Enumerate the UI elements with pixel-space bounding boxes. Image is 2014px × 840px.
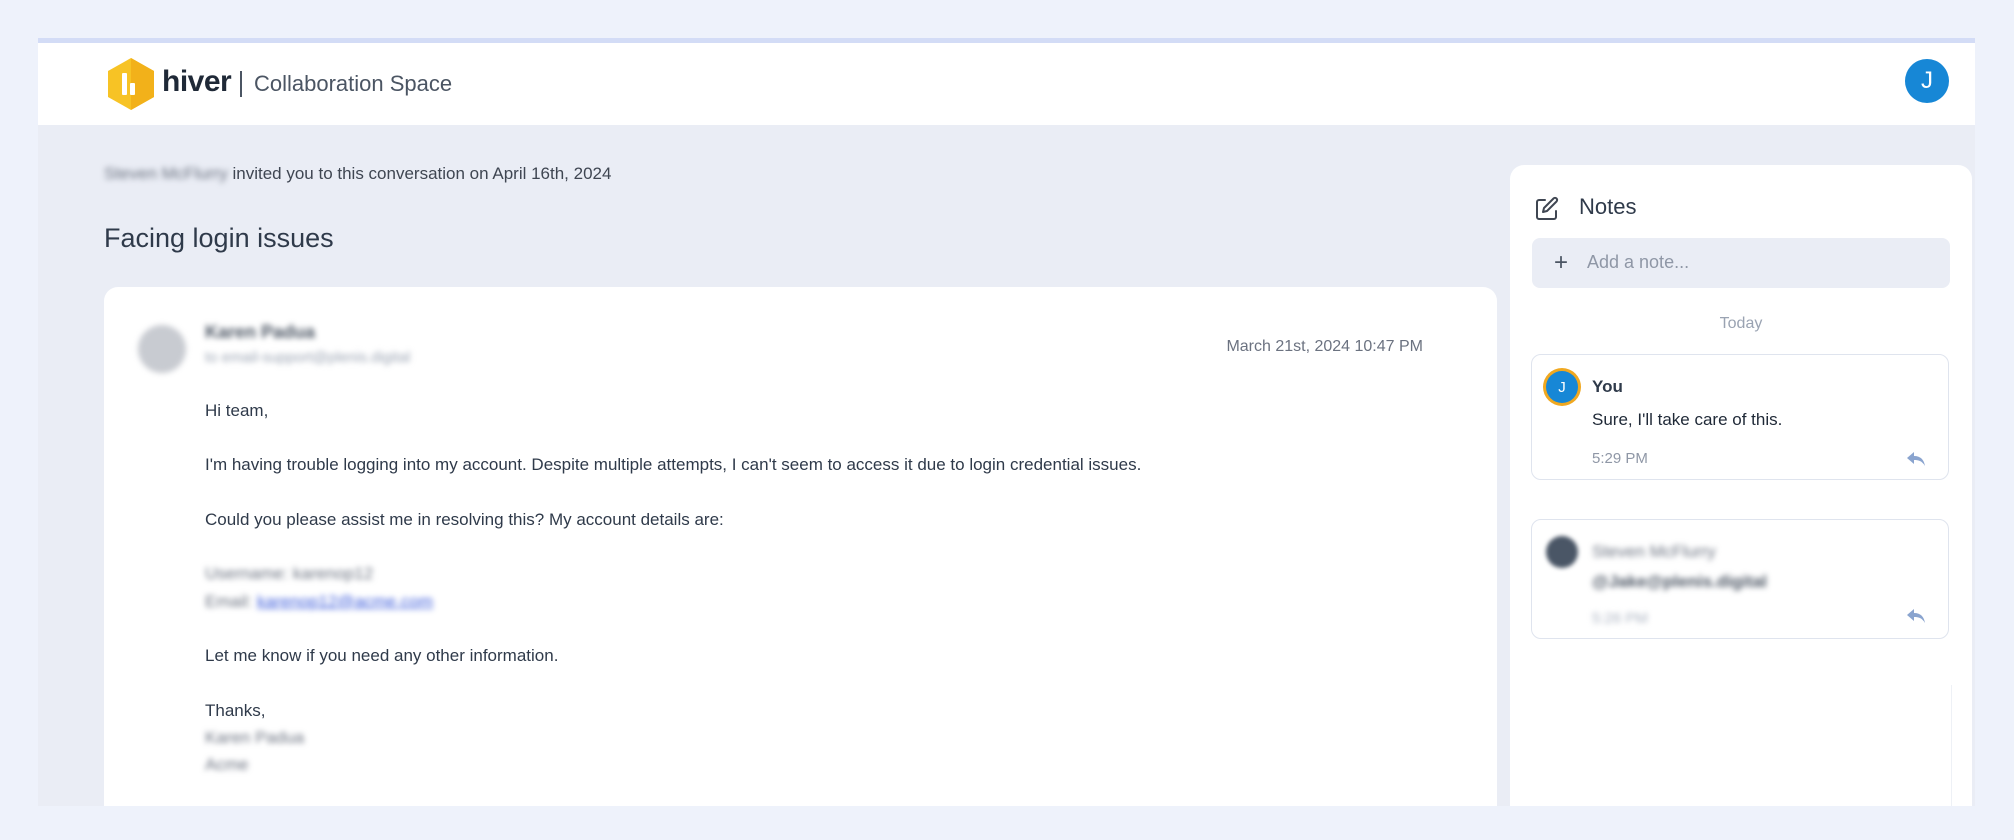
inviter-name: Steven McFlurry bbox=[104, 164, 228, 183]
email-link[interactable]: karenop12@acme.com bbox=[257, 592, 433, 611]
sender-recipient: to email-support@plenis.digital bbox=[205, 349, 411, 366]
signature-name: Karen Padua bbox=[205, 728, 305, 747]
conversation-subject: Facing login issues bbox=[104, 223, 334, 253]
note-time: 5:26 PM bbox=[1592, 610, 1648, 627]
note-time: 5:29 PM bbox=[1592, 450, 1648, 467]
note-author-avatar bbox=[1546, 536, 1578, 568]
signature-company: Acme bbox=[205, 755, 249, 774]
user-avatar[interactable]: J bbox=[1905, 59, 1949, 103]
add-note-input[interactable]: + Add a note... bbox=[1532, 238, 1950, 288]
reply-icon[interactable] bbox=[1906, 451, 1926, 467]
note-item[interactable]: J You Sure, I'll take care of this. 5:29… bbox=[1531, 354, 1949, 480]
sender-avatar bbox=[138, 325, 186, 373]
email-label: Email: bbox=[205, 592, 253, 611]
add-note-placeholder: Add a note... bbox=[1587, 252, 1690, 272]
note-author-avatar: J bbox=[1546, 371, 1578, 403]
email-date: March 21st, 2024 10:47 PM bbox=[1226, 338, 1423, 355]
plus-icon: + bbox=[1554, 249, 1569, 276]
note-text: @Jake@plenis.digital bbox=[1592, 572, 1767, 591]
notes-panel: Notes + Add a note... Today J You Sure, … bbox=[1510, 165, 1972, 806]
email-address-line: Email: karenop12@acme.com bbox=[205, 592, 433, 612]
brand-name: hiver bbox=[162, 65, 232, 98]
reply-icon[interactable] bbox=[1906, 608, 1926, 624]
email-greeting: Hi team, bbox=[205, 401, 269, 420]
app-window: hiver Collaboration Space J Steven McFlu… bbox=[38, 38, 1975, 806]
app-title: Collaboration Space bbox=[254, 71, 453, 96]
invite-line: Steven McFlurry invited you to this conv… bbox=[104, 164, 611, 184]
edit-note-icon bbox=[1536, 196, 1559, 220]
email-paragraph: I'm having trouble logging into my accou… bbox=[205, 455, 1142, 474]
top-header: hiver Collaboration Space J bbox=[38, 43, 1975, 125]
note-text: Sure, I'll take care of this. bbox=[1592, 410, 1783, 429]
notes-title: Notes bbox=[1579, 194, 1637, 219]
email-thanks: Thanks, bbox=[205, 701, 266, 720]
panel-edge bbox=[1951, 685, 1952, 806]
sender-name: Karen Padua bbox=[205, 322, 316, 342]
header-divider bbox=[240, 71, 242, 97]
email-closing: Let me know if you need any other inform… bbox=[205, 646, 559, 665]
email-username: Username: karenop12 bbox=[205, 564, 374, 583]
email-paragraph: Could you please assist me in resolving … bbox=[205, 510, 724, 529]
note-author: Steven McFlurry bbox=[1592, 542, 1716, 561]
day-separator: Today bbox=[1719, 315, 1763, 332]
note-author: You bbox=[1592, 377, 1623, 396]
email-card: Karen Padua to email-support@plenis.digi… bbox=[104, 287, 1497, 806]
hiver-logo-icon bbox=[108, 58, 154, 110]
note-item[interactable]: Steven McFlurry @Jake@plenis.digital 5:2… bbox=[1531, 519, 1949, 639]
invite-text: invited you to this conversation on Apri… bbox=[232, 164, 612, 183]
